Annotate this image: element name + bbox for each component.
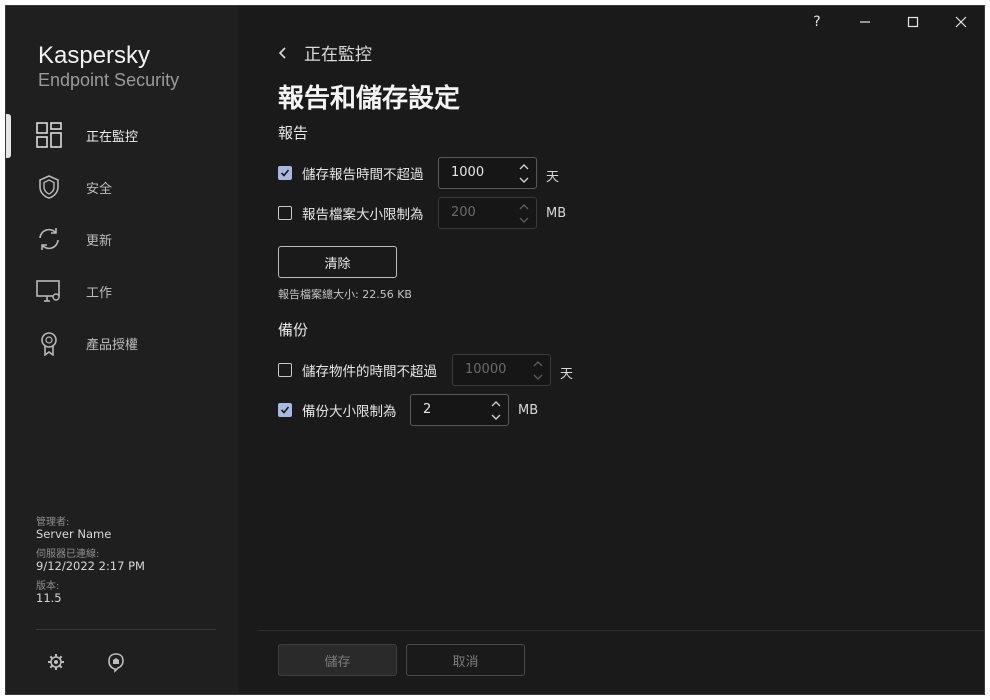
reports-size-limit-value: 200 (451, 205, 476, 220)
backup-store-time-row: 儲存物件的時間不超過 (278, 354, 437, 386)
sidebar-item-label: 工作 (86, 286, 113, 301)
backup-size-limit-unit: MB (518, 403, 539, 418)
admin-value: Server Name (36, 527, 112, 541)
footer-divider (258, 630, 984, 631)
help-icon: ? (813, 14, 821, 30)
backup-store-time-stepper[interactable]: 10000 (452, 354, 551, 386)
reports-size-limit-label: 報告檔案大小限制為 (302, 207, 424, 223)
backup-store-time-unit: 天 (560, 367, 574, 382)
dashboard-icon (36, 122, 62, 148)
support-button[interactable] (105, 651, 127, 673)
version-value: 11.5 (36, 591, 62, 605)
backup-size-limit-value: 2 (423, 402, 432, 417)
sidebar-item-label: 產品授權 (86, 338, 139, 353)
sidebar: Kaspersky Endpoint Security 正在監控 安全 更新 工… (6, 6, 238, 694)
reports-size-limit-row: 報告檔案大小限制為 (278, 197, 424, 229)
sidebar-item-label: 更新 (86, 234, 113, 249)
reports-store-time-unit: 天 (546, 170, 560, 185)
support-icon (108, 653, 124, 673)
check-icon (280, 169, 290, 177)
reports-store-time-stepper[interactable]: 1000 (438, 157, 537, 189)
cancel-button[interactable]: 取消 (406, 644, 525, 676)
backup-size-limit-checkbox[interactable] (278, 403, 292, 417)
backup-store-time-checkbox[interactable] (278, 363, 292, 377)
chevron-left-icon (278, 46, 286, 59)
gear-icon (48, 654, 64, 670)
reports-store-time-label: 儲存報告時間不超過 (302, 167, 424, 183)
app-window: ? Kaspersky Endpoint Security 正在監控 安全 更新… (5, 5, 985, 695)
backup-section-title: 備份 (278, 321, 309, 339)
shield-icon (39, 175, 59, 199)
clear-reports-button[interactable]: 清除 (278, 246, 397, 278)
refresh-icon (39, 228, 59, 250)
backup-store-time-value: 10000 (465, 362, 507, 377)
reports-store-time-checkbox[interactable] (278, 166, 292, 180)
reports-store-time-value: 1000 (451, 165, 485, 180)
product-name: Endpoint Security (38, 70, 180, 90)
sidebar-divider (36, 629, 216, 630)
reports-size-limit-unit: MB (546, 206, 567, 221)
maximize-icon (907, 16, 919, 28)
brand-name: Kaspersky (38, 42, 151, 69)
page-title: 報告和儲存設定 (278, 84, 461, 114)
help-button[interactable]: ? (802, 12, 832, 32)
settings-button[interactable] (45, 651, 67, 673)
sidebar-item-update[interactable]: 更新 (6, 218, 238, 258)
backup-size-limit-row: 備份大小限制為 (278, 394, 397, 426)
reports-size-limit-checkbox[interactable] (278, 206, 292, 220)
breadcrumb-label: 正在監控 (304, 45, 372, 65)
chevron-down-icon[interactable] (532, 372, 544, 382)
reports-store-time-row: 儲存報告時間不超過 (278, 157, 424, 189)
sidebar-item-label: 正在監控 (86, 130, 139, 145)
chevron-down-icon[interactable] (490, 412, 502, 422)
save-button[interactable]: 儲存 (278, 644, 397, 676)
breadcrumb-back[interactable]: 正在監控 (276, 40, 372, 65)
check-icon (280, 406, 290, 414)
chevron-up-icon[interactable] (490, 399, 502, 409)
version-label: 版本: (36, 581, 60, 592)
chevron-up-icon[interactable] (518, 202, 530, 212)
chevron-up-icon[interactable] (518, 162, 530, 172)
minimize-icon (860, 21, 870, 23)
backup-size-limit-label: 備份大小限制為 (302, 404, 397, 420)
sidebar-item-security[interactable]: 安全 (6, 166, 238, 206)
sidebar-item-tasks[interactable]: 工作 (6, 270, 238, 310)
chevron-down-icon[interactable] (518, 175, 530, 185)
reports-total-size: 報告檔案總大小: 22.56 KB (278, 288, 412, 301)
close-icon (955, 16, 967, 28)
backup-size-limit-stepper[interactable]: 2 (410, 394, 509, 426)
award-icon (41, 332, 57, 356)
connected-value: 9/12/2022 2:17 PM (36, 559, 145, 573)
reports-size-limit-stepper[interactable]: 200 (438, 197, 537, 229)
close-button[interactable] (946, 12, 976, 32)
minimize-button[interactable] (850, 12, 880, 32)
backup-store-time-label: 儲存物件的時間不超過 (302, 364, 437, 380)
reports-section-title: 報告 (278, 124, 309, 142)
chevron-up-icon[interactable] (532, 359, 544, 369)
connected-label: 伺服器已連線: (36, 549, 100, 560)
admin-label: 管理者: (36, 517, 70, 528)
sidebar-item-label: 安全 (86, 182, 113, 197)
maximize-button[interactable] (898, 12, 928, 32)
monitor-gear-icon (36, 280, 60, 302)
chevron-down-icon[interactable] (518, 215, 530, 225)
sidebar-item-license[interactable]: 產品授權 (6, 322, 238, 362)
sidebar-item-monitoring[interactable]: 正在監控 (6, 114, 238, 154)
